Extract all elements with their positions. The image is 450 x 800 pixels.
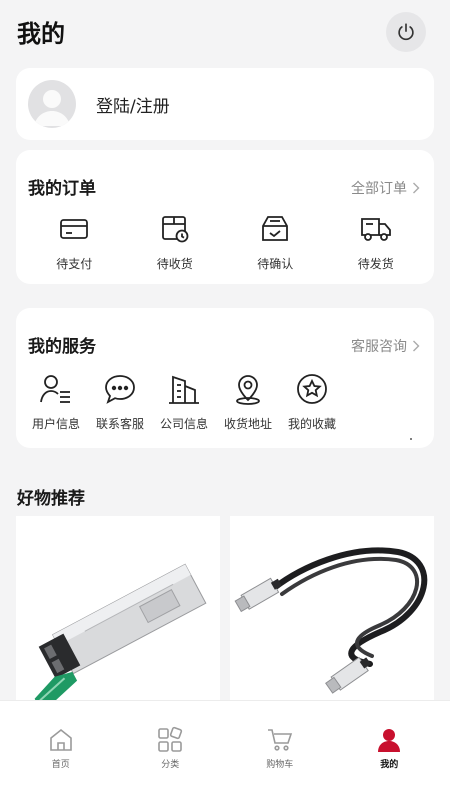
tab-category-label: 分类 (161, 760, 180, 770)
tab-cart-label: 购物车 (266, 760, 294, 770)
login-register-link[interactable]: 登陆/注册 (96, 92, 170, 117)
order-pending-shipment[interactable]: 待发货 (334, 212, 418, 272)
power-icon (398, 23, 414, 41)
home-icon (49, 728, 72, 751)
chevron-right-icon (413, 182, 420, 194)
tab-cart[interactable]: 购物车 (235, 701, 325, 800)
services-card: 我的服务 客服咨询 用户信息 联系客服 公司信息 收货地址 我的收藏 (16, 308, 434, 448)
category-icon (158, 726, 183, 752)
chevron-right-icon (413, 340, 420, 352)
sfp-module-image (34, 563, 207, 713)
service-item-label: 联系客服 (95, 417, 144, 431)
customer-consult-link[interactable]: 客服咨询 (351, 336, 420, 356)
service-user-info[interactable]: 用户信息 (24, 372, 88, 432)
order-item-label: 待确认 (257, 257, 294, 271)
recommend-title: 好物推荐 (17, 489, 85, 509)
order-item-label: 待收货 (156, 257, 193, 271)
order-pending-receipt[interactable]: 待收货 (133, 212, 217, 272)
bottom-tab-bar: 首页 分类 购物车 我的 (0, 700, 450, 800)
all-orders-link[interactable]: 全部订单 (351, 178, 420, 198)
truck-icon (360, 218, 391, 241)
product-card-dac-cable[interactable] (230, 516, 434, 706)
order-pending-payment[interactable]: 待支付 (32, 212, 116, 272)
all-orders-label: 全部订单 (351, 181, 407, 197)
service-my-favorites[interactable]: 我的收藏 (280, 372, 344, 432)
service-item-label: 我的收藏 (287, 417, 336, 431)
default-avatar-icon (34, 90, 70, 126)
order-item-label: 待支付 (56, 257, 93, 271)
tab-home-label: 首页 (51, 760, 70, 770)
profile-icon (378, 729, 401, 752)
header: 我的 (0, 0, 450, 64)
service-shipping-address[interactable]: 收货地址 (216, 372, 280, 432)
card-icon (60, 219, 89, 239)
chat-bubble-icon (105, 375, 135, 404)
star-icon (297, 374, 327, 404)
logout-button[interactable] (386, 12, 426, 52)
service-item-label: 收货地址 (223, 417, 272, 431)
services-title: 我的服务 (28, 337, 96, 357)
avatar (28, 80, 76, 128)
service-company-info[interactable]: 公司信息 (152, 372, 216, 432)
service-contact-support[interactable]: 联系客服 (88, 372, 152, 432)
order-pending-confirm[interactable]: 待确认 (233, 212, 317, 272)
product-card-sfp-module[interactable] (16, 516, 220, 713)
confirm-box-icon (262, 216, 289, 241)
service-item-label: 公司信息 (159, 417, 208, 431)
location-pin-icon (236, 375, 260, 405)
orders-card: 我的订单 全部订单 待支付 待收货 待确认 待发货 (16, 150, 434, 284)
page-title: 我的 (17, 20, 65, 48)
orders-row: 待支付 待收货 待确认 待发货 (16, 212, 434, 272)
tab-category[interactable]: 分类 (125, 701, 215, 800)
tab-home[interactable]: 首页 (16, 701, 106, 800)
tab-profile[interactable]: 我的 (344, 701, 434, 800)
receive-box-icon (161, 216, 189, 243)
service-item-label: 用户信息 (31, 417, 80, 431)
services-row: 用户信息 联系客服 公司信息 收货地址 我的收藏 (16, 372, 434, 432)
tab-profile-label: 我的 (380, 760, 399, 770)
user-list-icon (40, 375, 70, 403)
dac-cable-image (234, 547, 428, 694)
building-icon (169, 375, 199, 404)
decorative-dot (410, 438, 412, 440)
login-card[interactable]: 登陆/注册 (16, 68, 434, 140)
order-item-label: 待发货 (357, 257, 394, 271)
consult-label: 客服咨询 (351, 339, 407, 355)
orders-title: 我的订单 (28, 179, 96, 199)
cart-icon (267, 729, 292, 751)
